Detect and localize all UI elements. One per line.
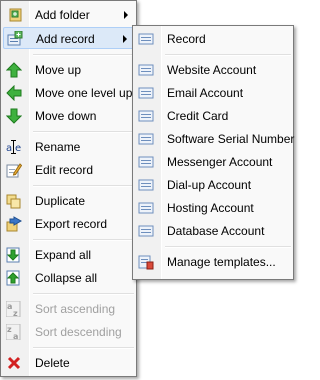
folder-plus-icon [6,7,22,23]
green-arrow-up-icon [6,62,22,78]
menu-separator [165,246,291,248]
menu-item-label: Credit Card [167,109,229,123]
add-record-submenu: Record Website Account Email Account Cre… [132,25,294,280]
svg-text:z: z [13,309,18,317]
menu-item-label: Manage templates... [167,255,276,269]
submenu-item-email-account[interactable]: Email Account [135,82,291,104]
template-card-icon [138,108,154,124]
menu-item-label: Record [167,32,206,46]
expand-all-icon [6,247,22,263]
rename-text-icon: ae [6,139,22,155]
sort-az-icon: az [6,301,22,317]
menu-item-move-up[interactable]: Move up [3,59,134,81]
menu-item-collapse-all[interactable]: Collapse all [3,267,134,289]
menu-item-label: Software Serial Number [167,132,295,146]
svg-text:e: e [15,143,21,154]
submenu-item-dial-up-account[interactable]: Dial-up Account [135,174,291,196]
submenu-item-hosting-account[interactable]: Hosting Account [135,197,291,219]
menu-item-label: Add folder [35,8,90,22]
red-x-icon [6,355,22,371]
menu-item-expand-all[interactable]: Expand all [3,244,134,266]
menu-item-label: Messenger Account [167,155,273,169]
menu-item-label: Collapse all [35,271,98,285]
edit-pencil-icon [6,162,22,178]
menu-separator [33,54,134,56]
menu-item-label: Move one level up [35,86,133,100]
template-card-icon [138,154,154,170]
export-icon [6,216,22,232]
menu-item-label: Expand all [35,248,92,262]
submenu-item-database-account[interactable]: Database Account [135,220,291,242]
svg-text:a: a [13,332,18,340]
green-arrow-down-icon [6,108,22,124]
record-plus-icon [7,31,23,47]
menu-item-sort-ascending: az Sort ascending [3,298,134,320]
menu-item-label: Rename [35,140,81,154]
svg-text:z: z [7,325,12,334]
template-card-icon [138,85,154,101]
template-card-icon [138,131,154,147]
svg-text:a: a [6,143,12,154]
duplicate-icon [6,193,22,209]
menu-item-delete[interactable]: Delete [3,352,134,374]
menu-item-add-record[interactable]: Add record [3,27,134,49]
svg-text:a: a [7,302,12,311]
menu-item-label: Delete [35,356,70,370]
template-card-icon [138,223,154,239]
menu-item-label: Export record [35,217,108,231]
menu-item-label: Duplicate [35,194,86,208]
menu-item-label: Add record [36,32,95,46]
menu-item-label: Sort descending [35,325,122,339]
menu-item-label: Move down [35,109,97,123]
menu-item-label: Sort ascending [35,302,116,316]
menu-item-move-down[interactable]: Move down [3,105,134,127]
menu-item-label: Email Account [167,86,244,100]
menu-item-edit-record[interactable]: Edit record [3,159,134,181]
sort-za-icon: za [6,324,22,340]
menu-item-label: Dial-up Account [167,178,252,192]
menu-item-rename[interactable]: ae Rename [3,136,134,158]
menu-separator [33,347,134,349]
template-card-icon [138,200,154,216]
menu-item-label: Move up [35,63,82,77]
template-card-icon [138,62,154,78]
context-menu: Add folder Add record Move up Move one l… [0,0,137,377]
green-arrow-left-icon [6,85,22,101]
menu-separator [165,54,291,56]
template-card-icon [138,177,154,193]
submenu-item-website-account[interactable]: Website Account [135,59,291,81]
submenu-item-software-serial-number[interactable]: Software Serial Number [135,128,295,150]
menu-item-label: Website Account [167,63,257,77]
submenu-item-messenger-account[interactable]: Messenger Account [135,151,291,173]
menu-item-sort-descending: za Sort descending [3,321,134,343]
menu-item-duplicate[interactable]: Duplicate [3,190,134,212]
collapse-all-icon [6,270,22,286]
menu-item-move-one-level-up[interactable]: Move one level up [3,82,134,104]
menu-item-label: Database Account [167,224,265,238]
menu-separator [33,131,134,133]
menu-item-label: Hosting Account [167,201,254,215]
submenu-arrow-icon [124,11,128,19]
template-card-icon [138,31,154,47]
menu-item-label: Edit record [35,163,94,177]
submenu-arrow-icon [123,35,127,43]
submenu-item-record[interactable]: Record [135,28,291,50]
menu-item-add-folder[interactable]: Add folder [3,4,134,26]
submenu-item-credit-card[interactable]: Credit Card [135,105,291,127]
manage-templates-icon [138,254,154,270]
menu-separator [33,239,134,241]
menu-separator [33,185,134,187]
menu-separator [33,293,134,295]
submenu-item-manage-templates[interactable]: Manage templates... [135,251,291,273]
menu-item-export-record[interactable]: Export record [3,213,134,235]
